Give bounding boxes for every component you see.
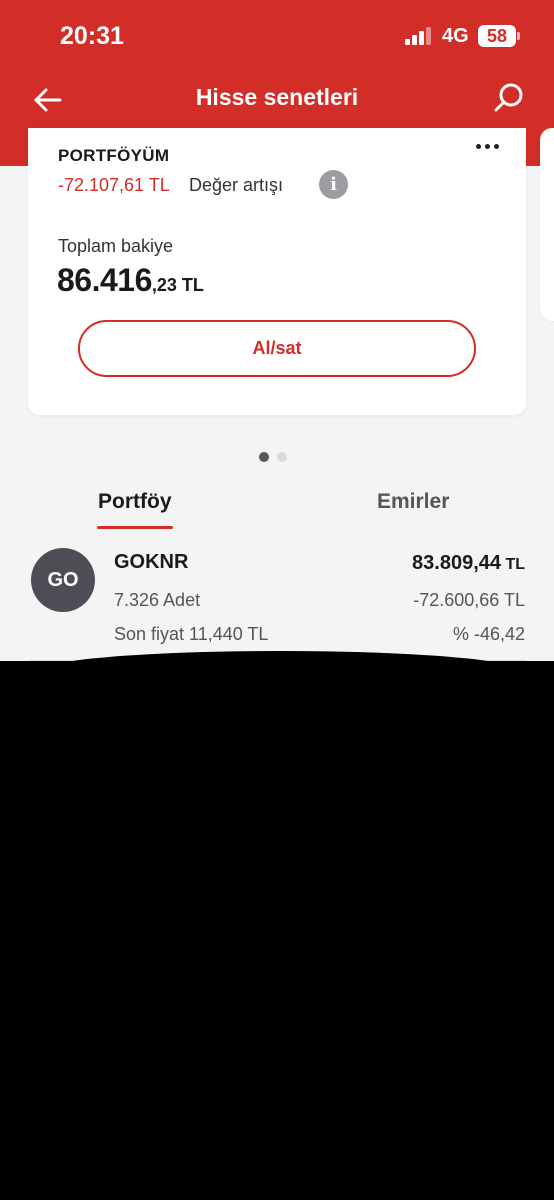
balance-decimal: ,23 TL: [151, 275, 204, 295]
buy-sell-button[interactable]: Al/sat: [78, 320, 476, 377]
holding-value: 83.809,44 TL: [412, 552, 525, 575]
page-title: Hisse senetleri: [195, 84, 359, 110]
stock-last-price: Son fiyat 11,440 TL: [114, 624, 269, 644]
carousel-indicator: [259, 452, 287, 462]
stock-avatar: GO: [31, 548, 95, 612]
nav-bar: Hisse senetleri: [0, 74, 554, 130]
holding-value-unit: TL: [501, 556, 525, 573]
holding-percent-change: % -46,42: [452, 624, 525, 644]
value-change: -72.107,61 TL: [58, 175, 170, 195]
holding-profit-loss: -72.600,66 TL: [413, 590, 525, 610]
search-icon: [494, 83, 523, 112]
search-button[interactable]: [488, 78, 528, 118]
value-change-label: Değer artışı: [189, 175, 284, 195]
more-dot-icon: [484, 143, 490, 149]
tab-orders[interactable]: Emirler: [377, 490, 449, 514]
carousel-dot-active[interactable]: [259, 452, 269, 462]
more-options-button[interactable]: [472, 136, 502, 156]
next-card-peek[interactable]: [540, 128, 554, 321]
battery-icon: 58: [478, 25, 520, 47]
status-time: 20:31: [60, 22, 124, 50]
redacted-area: [0, 651, 554, 1200]
tab-bar: Portföy Emirler: [0, 476, 554, 529]
balance-integer: 86.416: [57, 262, 152, 298]
network-type: 4G: [442, 25, 469, 47]
carousel-dot[interactable]: [277, 452, 287, 462]
total-balance: 86.416,23 TL: [57, 262, 204, 299]
tab-portfolio[interactable]: Portföy: [97, 490, 172, 529]
portfolio-title: PORTFÖYÜM: [58, 146, 170, 165]
more-dot-icon: [475, 143, 481, 149]
signal-icon: [405, 27, 433, 45]
more-dot-icon: [493, 143, 499, 149]
stock-symbol: GOKNR: [114, 551, 189, 573]
holding-value-amount: 83.809,44: [412, 552, 501, 574]
holding-row[interactable]: GO GOKNR 7.326 Adet Son fiyat 11,440 TL …: [0, 540, 554, 661]
stock-quantity: 7.326 Adet: [114, 590, 201, 610]
portfolio-card: PORTFÖYÜM -72.107,61 TL Değer artışı i T…: [28, 128, 526, 415]
balance-label: Toplam bakiye: [58, 236, 174, 256]
status-bar: 20:31 4G 58: [0, 0, 554, 74]
info-icon[interactable]: i: [319, 170, 348, 199]
